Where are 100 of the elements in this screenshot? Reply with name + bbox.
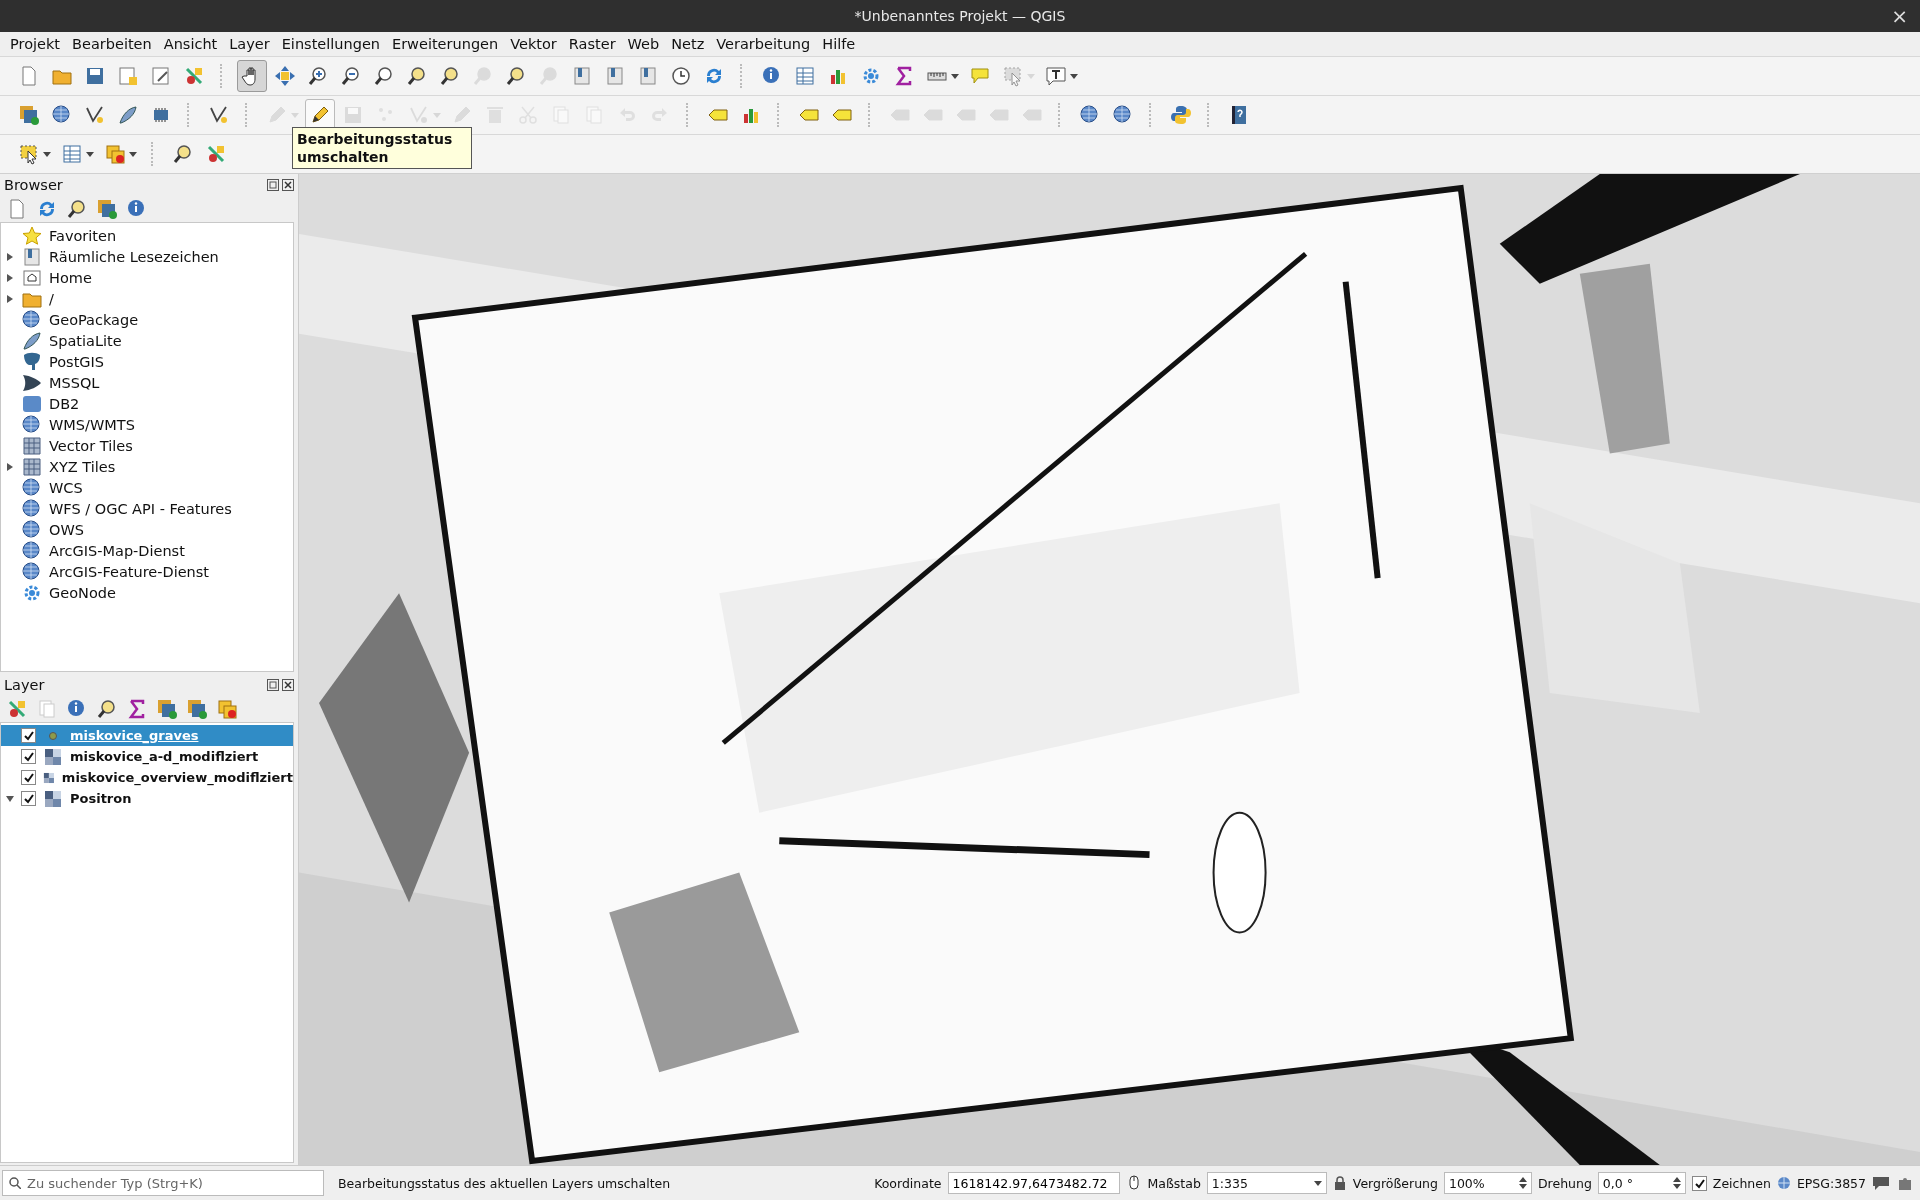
book-icon [571, 65, 593, 87]
magnifier-spinbox[interactable]: 100% [1443, 1172, 1532, 1194]
float-icon[interactable] [267, 679, 279, 691]
expand-arrow-icon[interactable] [5, 272, 15, 283]
lock-icon[interactable] [1332, 1176, 1347, 1190]
scale-combo[interactable]: 1:335 [1206, 1172, 1327, 1194]
menu-item[interactable]: Einstellungen [275, 36, 386, 52]
window-title: *Unbenanntes Projekt — QGIS [854, 8, 1066, 24]
tree-item[interactable]: miskovice_overview_modiflziert [1, 767, 293, 788]
menu-item[interactable]: Erweiterungen [386, 36, 505, 52]
tree-item[interactable]: / [1, 288, 293, 309]
tree-item[interactable]: Home [1, 267, 293, 288]
tree-item[interactable]: MSSQL [1, 372, 293, 393]
hand-button[interactable] [237, 60, 267, 92]
crs-button[interactable]: EPSG:3857 [1796, 1175, 1866, 1191]
zoom-out-icon [340, 65, 362, 87]
close-button[interactable]: × [1887, 4, 1912, 28]
globe-icon [21, 497, 43, 520]
menu-item[interactable]: Projekt [4, 36, 67, 52]
caret-icon [1313, 1180, 1322, 1186]
style-icon [183, 65, 205, 87]
tree-item[interactable]: Favoriten [1, 225, 293, 246]
tree-item[interactable]: miskovice_a-d_modiflziert [1, 746, 293, 767]
zoom-full-icon [373, 65, 395, 87]
layer-checkbox[interactable] [21, 728, 36, 743]
menu-item[interactable]: Hilfe [816, 36, 862, 52]
magnifier-icon [439, 65, 461, 87]
table-icon [794, 65, 816, 87]
tree-item[interactable]: GeoNode [1, 582, 293, 603]
tools-icon [150, 65, 172, 87]
layer-checkbox[interactable] [21, 770, 36, 785]
table-icon [61, 143, 83, 165]
tree-item[interactable]: Räumliche Lesezeichen [1, 246, 293, 267]
zoom-in-icon [307, 65, 329, 87]
layout-icon [117, 65, 139, 87]
tree-item[interactable]: ArcGIS-Map-Dienst [1, 540, 293, 561]
status-message: Bearbeitungsstatus des aktuellen Layers umschalten [337, 1175, 672, 1191]
deselect-icon [104, 143, 126, 165]
tree-item[interactable]: PostGIS [1, 351, 293, 372]
tree-item[interactable]: GeoPackage [1, 309, 293, 330]
tree-item[interactable]: SpatiaLite [1, 330, 293, 351]
tree-item[interactable]: Vector Tiles [1, 435, 293, 456]
menu-item[interactable]: Verarbeitung [710, 36, 817, 52]
feather-icon [117, 104, 139, 126]
float-icon[interactable] [267, 179, 279, 191]
search-field[interactable]: Zu suchender Typ (Strg+K) [2, 1170, 324, 1196]
select-icon [1002, 65, 1024, 87]
book-icon [604, 65, 626, 87]
globe-icon [21, 413, 43, 436]
caret-icon [129, 152, 137, 157]
menu-item[interactable]: Layer [223, 36, 276, 52]
globe-icon [21, 539, 43, 562]
tree-item[interactable]: WMS/WMTS [1, 414, 293, 435]
layers-icon [18, 104, 40, 126]
layer-checkbox[interactable] [21, 749, 36, 764]
feather-icon [21, 329, 43, 352]
close-icon[interactable] [282, 679, 294, 691]
tree-item[interactable]: miskovice_graves [1, 725, 293, 746]
spin-arrows-icon[interactable] [1518, 1177, 1527, 1189]
menu-item[interactable]: Netz [665, 36, 711, 52]
message-icon[interactable] [1872, 1175, 1890, 1191]
magnifier-icon [172, 143, 194, 165]
rotation-spinbox[interactable]: 0,0 ° [1597, 1172, 1686, 1194]
clock-icon [670, 65, 692, 87]
menu-item[interactable]: Web [621, 36, 666, 52]
expand-arrow-icon[interactable] [5, 251, 15, 262]
menu-item[interactable]: Raster [562, 36, 622, 52]
book-icon [21, 245, 43, 268]
caret-icon [86, 152, 94, 157]
tree-item[interactable]: DB2 [1, 393, 293, 414]
caret-icon [951, 74, 959, 79]
spin-arrows-icon[interactable] [1672, 1177, 1681, 1189]
rotation-label: Drehung [1537, 1175, 1592, 1191]
star-icon [21, 224, 43, 247]
tree-item[interactable]: XYZ Tiles [1, 456, 293, 477]
tree-item[interactable]: WCS [1, 477, 293, 498]
coordinate-field[interactable]: 1618142.97,6473482.72 [947, 1172, 1120, 1194]
expand-arrow-icon[interactable] [5, 293, 15, 304]
collapse-arrow-icon[interactable] [5, 793, 15, 804]
expand-arrow-icon[interactable] [5, 461, 15, 472]
search-icon [9, 1177, 21, 1189]
layer-checkbox[interactable] [21, 791, 36, 806]
menu-item[interactable]: Vektor [504, 36, 563, 52]
menu-item[interactable]: Ansicht [157, 36, 224, 52]
magnifier-icon [505, 65, 527, 87]
close-icon[interactable] [282, 179, 294, 191]
caret-icon [1027, 74, 1035, 79]
caret-icon [291, 113, 299, 118]
vertex-icon [84, 104, 106, 126]
tree-item[interactable]: ArcGIS-Feature-Dienst [1, 561, 293, 582]
tree-item[interactable]: Positron [1, 788, 293, 809]
render-checkbox[interactable] [1691, 1175, 1707, 1191]
tree-item[interactable]: OWS [1, 519, 293, 540]
globe-icon [21, 560, 43, 583]
globe-icon[interactable] [1776, 1176, 1791, 1190]
tree-item[interactable]: WFS / OGC API - Features [1, 498, 293, 519]
grid-icon [21, 455, 43, 478]
magnifier-icon [472, 65, 494, 87]
globe-icon [1112, 104, 1134, 126]
menu-item[interactable]: Bearbeiten [66, 36, 158, 52]
